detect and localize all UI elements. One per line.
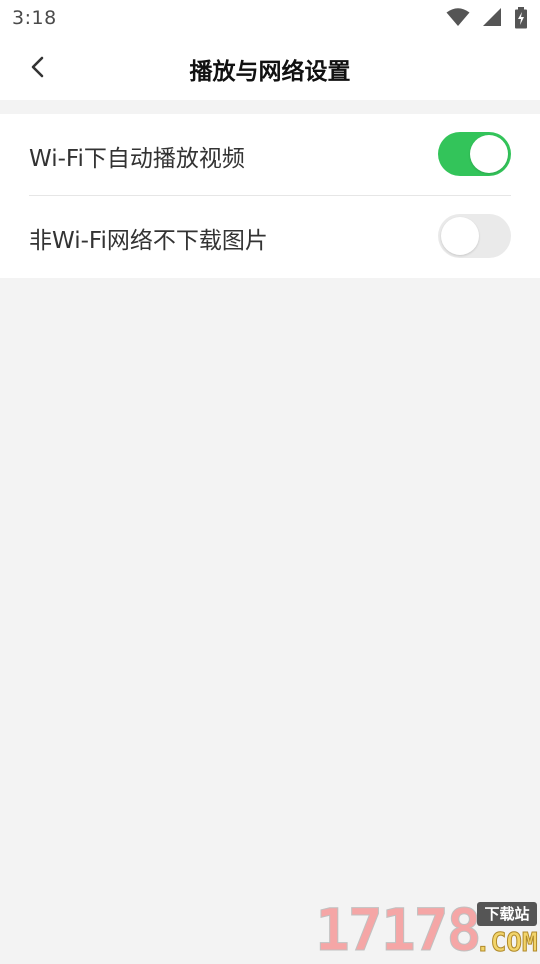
status-time: 3:18	[12, 7, 57, 29]
watermark-domain: .COM	[475, 928, 539, 959]
setting-label-no-images-mobile: 非Wi-Fi网络不下载图片	[29, 228, 268, 254]
watermark-number: 17178	[315, 896, 483, 964]
setting-label-autoplay-wifi: Wi-Fi下自动播放视频	[29, 146, 245, 172]
setting-row-autoplay-wifi[interactable]: Wi-Fi下自动播放视频	[0, 114, 540, 196]
no-images-mobile-toggle[interactable]	[438, 214, 511, 258]
page-title: 播放与网络设置	[189, 59, 351, 85]
cellular-signal-icon	[483, 8, 501, 26]
setting-row-no-images-mobile[interactable]: 非Wi-Fi网络不下载图片	[0, 196, 540, 278]
battery-charging-icon	[515, 7, 527, 29]
section-gap	[0, 100, 540, 114]
wifi-icon	[446, 8, 470, 26]
status-bar: 3:18	[0, 0, 540, 36]
settings-list: Wi-Fi下自动播放视频 非Wi-Fi网络不下载图片	[0, 114, 540, 278]
toggle-knob	[441, 217, 479, 255]
app-bar: 播放与网络设置	[0, 36, 540, 100]
toggle-knob	[470, 135, 508, 173]
autoplay-wifi-toggle[interactable]	[438, 132, 511, 176]
watermark-badge: 下载站	[477, 902, 537, 926]
watermark-logo: 17178 下载站 .COM	[315, 896, 540, 964]
